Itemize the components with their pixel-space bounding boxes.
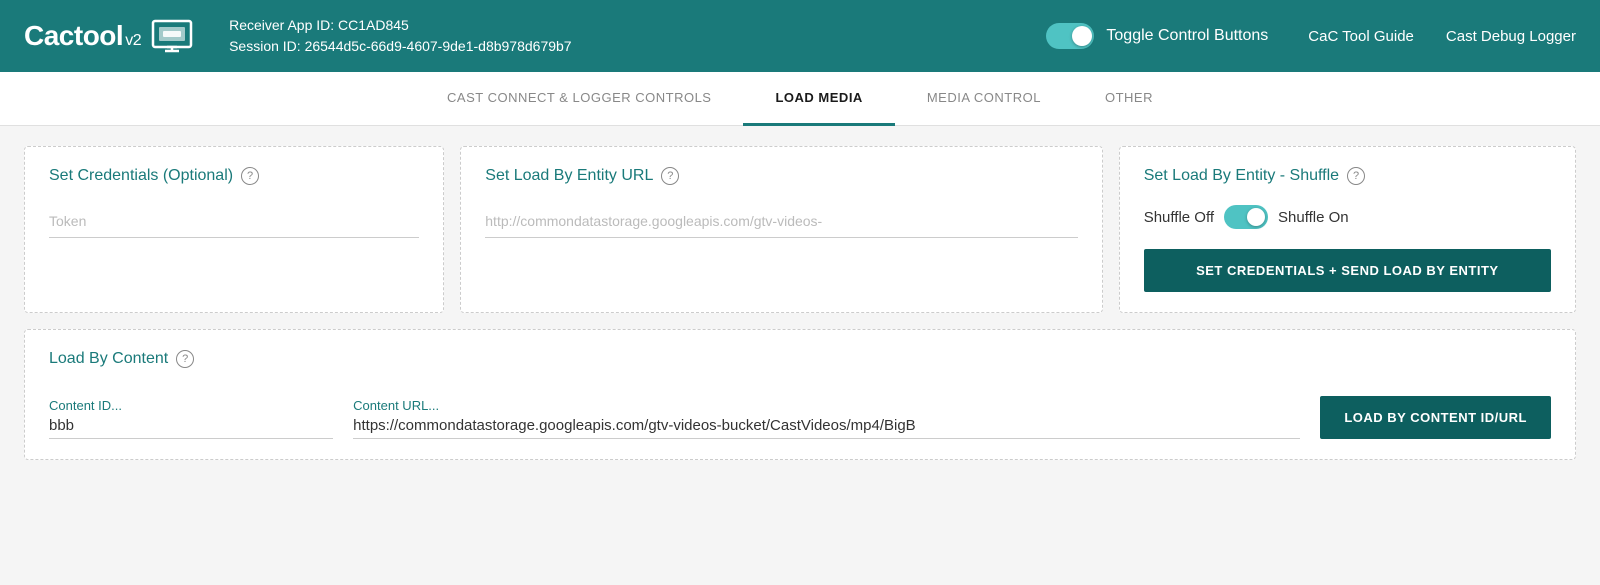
cards-row-2: Load By Content ? Content ID... bbb Cont… [24,329,1576,460]
credentials-card: Set Credentials (Optional) ? [24,146,444,313]
load-content-title-text: Load By Content [49,350,168,368]
credentials-title-text: Set Credentials (Optional) [49,167,233,185]
header-links: CaC Tool Guide Cast Debug Logger [1308,28,1576,45]
set-credentials-send-load-button[interactable]: SET CREDENTIALS + SEND LOAD BY ENTITY [1144,249,1551,292]
shuffle-off-label: Shuffle Off [1144,209,1214,226]
app-header: Cactoolv2 Receiver App ID: CC1AD845 Sess… [0,0,1600,72]
tab-media-control[interactable]: MEDIA CONTROL [895,72,1073,126]
shuffle-toggle[interactable] [1224,205,1268,229]
shuffle-toggle-row: Shuffle Off Shuffle On [1144,205,1551,229]
toggle-label: Toggle Control Buttons [1106,27,1268,45]
entity-url-help-icon[interactable]: ? [661,167,679,185]
shuffle-on-label: Shuffle On [1278,209,1349,226]
cast-icon [151,13,193,60]
shuffle-card: Set Load By Entity - Shuffle ? Shuffle O… [1119,146,1576,313]
tabs-bar: CAST CONNECT & LOGGER CONTROLS LOAD MEDI… [0,72,1600,126]
load-content-button[interactable]: LOAD BY CONTENT ID/URL [1320,396,1551,439]
shuffle-title-text: Set Load By Entity - Shuffle [1144,167,1339,185]
load-content-row: Content ID... bbb Content URL... https:/… [49,396,1551,439]
shuffle-help-icon[interactable]: ? [1347,167,1365,185]
token-input[interactable] [49,205,419,238]
content-id-label: Content ID... [49,398,333,413]
entity-url-card: Set Load By Entity URL ? [460,146,1102,313]
tab-cast-connect[interactable]: CAST CONNECT & LOGGER CONTROLS [415,72,743,126]
content-url-value: https://commondatastorage.googleapis.com… [353,417,1300,439]
logo-name: Cactool [24,20,123,51]
content-url-label: Content URL... [353,398,1300,413]
entity-url-input[interactable] [485,205,1077,238]
toggle-section: Toggle Control Buttons [1046,23,1268,49]
cards-row-1: Set Credentials (Optional) ? Set Load By… [24,146,1576,313]
tab-other[interactable]: OTHER [1073,72,1185,126]
toggle-control-buttons[interactable] [1046,23,1094,49]
logo-version: v2 [125,32,141,49]
header-info: Receiver App ID: CC1AD845 Session ID: 26… [229,15,1046,57]
main-content: Set Credentials (Optional) ? Set Load By… [0,126,1600,496]
logo-section: Cactoolv2 [24,13,209,60]
cast-debug-logger-link[interactable]: Cast Debug Logger [1446,28,1576,45]
shuffle-title: Set Load By Entity - Shuffle ? [1144,167,1551,185]
cac-tool-guide-link[interactable]: CaC Tool Guide [1308,28,1414,45]
entity-url-title: Set Load By Entity URL ? [485,167,1077,185]
logo-text: Cactoolv2 [24,20,141,52]
load-content-help-icon[interactable]: ? [176,350,194,368]
credentials-help-icon[interactable]: ? [241,167,259,185]
content-url-section: Content URL... https://commondatastorage… [353,398,1300,439]
entity-url-title-text: Set Load By Entity URL [485,167,653,185]
receiver-app-id: Receiver App ID: CC1AD845 [229,15,1046,36]
content-id-section: Content ID... bbb [49,398,333,439]
tab-load-media[interactable]: LOAD MEDIA [743,72,894,126]
session-id: Session ID: 26544d5c-66d9-4607-9de1-d8b9… [229,36,1046,57]
credentials-title: Set Credentials (Optional) ? [49,167,419,185]
load-content-title: Load By Content ? [49,350,1551,368]
content-id-value: bbb [49,417,333,439]
load-content-card: Load By Content ? Content ID... bbb Cont… [24,329,1576,460]
